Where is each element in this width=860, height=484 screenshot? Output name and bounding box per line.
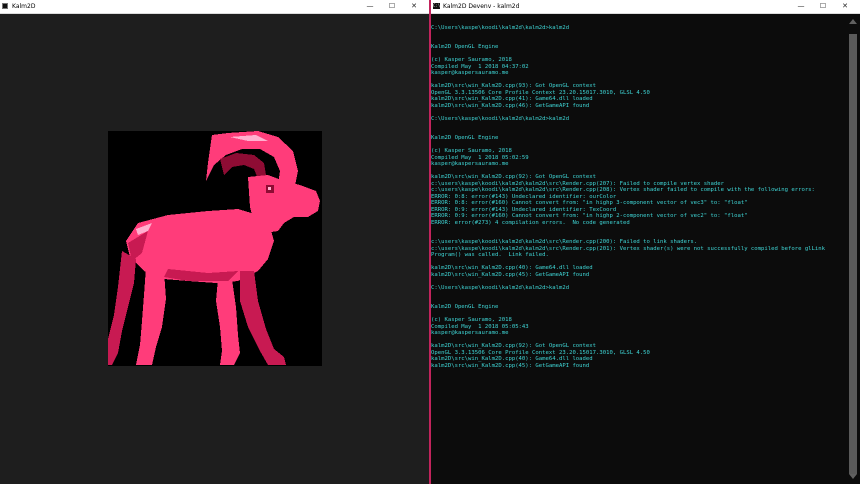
close-button[interactable]: ✕	[403, 0, 425, 13]
scroll-down-icon[interactable]	[849, 474, 857, 479]
console-icon: C:\	[433, 3, 441, 9]
console-line: kalm2D\src\win_Kalm2D.cpp(45): GetGameAP…	[431, 362, 590, 369]
console-line: c:\users\kaspe\koodi\kalm2d\kalm2d\src\R…	[431, 187, 815, 193]
maximize-button[interactable]: ☐	[381, 0, 403, 13]
kalm2d-game-window[interactable]: Kalm2D — ☐ ✕	[0, 0, 430, 484]
console-window-title: Kalm2D Devenv - kalm2d	[443, 3, 520, 10]
scroll-up-icon[interactable]	[849, 19, 857, 24]
app-icon	[2, 3, 8, 9]
maximize-button[interactable]: ☐	[812, 0, 834, 13]
pink-ram-sprite	[108, 131, 322, 366]
devenv-console-window[interactable]: C:\ Kalm2D Devenv - kalm2d — ☐ ✕ C:\User…	[430, 0, 860, 484]
console-output[interactable]: C:\Users\kaspe\koodi\kalm2d\kalm2d>kalm2…	[431, 14, 845, 484]
game-window-title: Kalm2D	[12, 3, 36, 10]
render-viewport	[108, 131, 322, 366]
close-button[interactable]: ✕	[834, 0, 856, 13]
scrollbar-thumb[interactable]	[849, 34, 857, 474]
minimize-button[interactable]: —	[790, 0, 812, 13]
console-titlebar[interactable]: C:\ Kalm2D Devenv - kalm2d — ☐ ✕	[431, 0, 860, 14]
minimize-button[interactable]: —	[359, 0, 381, 13]
console-scrollbar[interactable]	[846, 14, 860, 484]
game-window-titlebar[interactable]: Kalm2D — ☐ ✕	[0, 0, 429, 14]
